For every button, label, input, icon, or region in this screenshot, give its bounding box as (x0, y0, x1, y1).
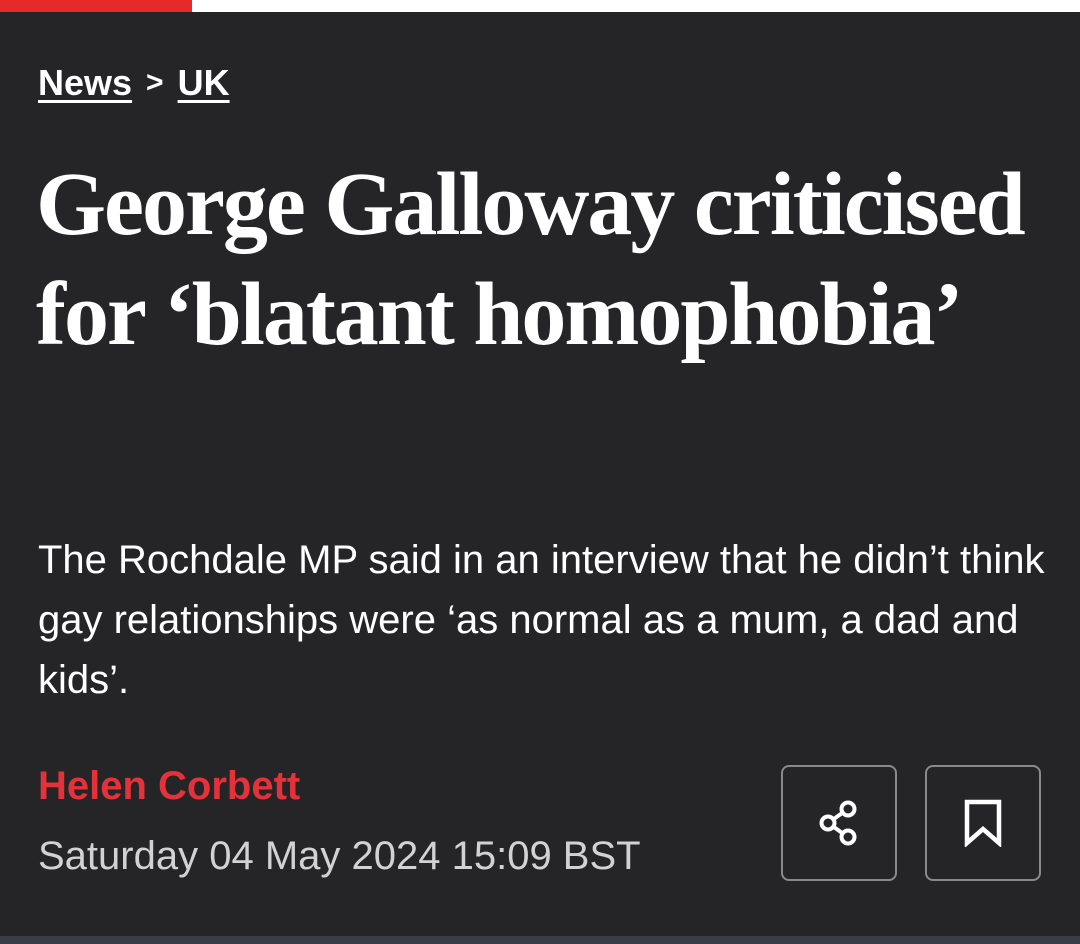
article-standfirst: The Rochdale MP said in an interview tha… (38, 538, 1045, 702)
breadcrumb: News > UK (38, 58, 230, 108)
bookmark-icon (964, 799, 1002, 847)
breadcrumb-link-uk[interactable]: UK (178, 62, 230, 104)
share-button[interactable] (781, 765, 897, 881)
share-icon (819, 800, 857, 846)
author-link[interactable]: Helen Corbett (38, 762, 300, 810)
bottom-strip (0, 936, 1080, 944)
breadcrumb-link-news[interactable]: News (38, 62, 132, 104)
brand-accent-bar (0, 0, 192, 12)
breadcrumb-separator: > (146, 66, 164, 99)
bookmark-button[interactable] (925, 765, 1041, 881)
article-headline: George Galloway criticised for ‘blatant … (36, 155, 1026, 364)
publish-date: Saturday 04 May 2024 15:09 BST (38, 834, 641, 878)
